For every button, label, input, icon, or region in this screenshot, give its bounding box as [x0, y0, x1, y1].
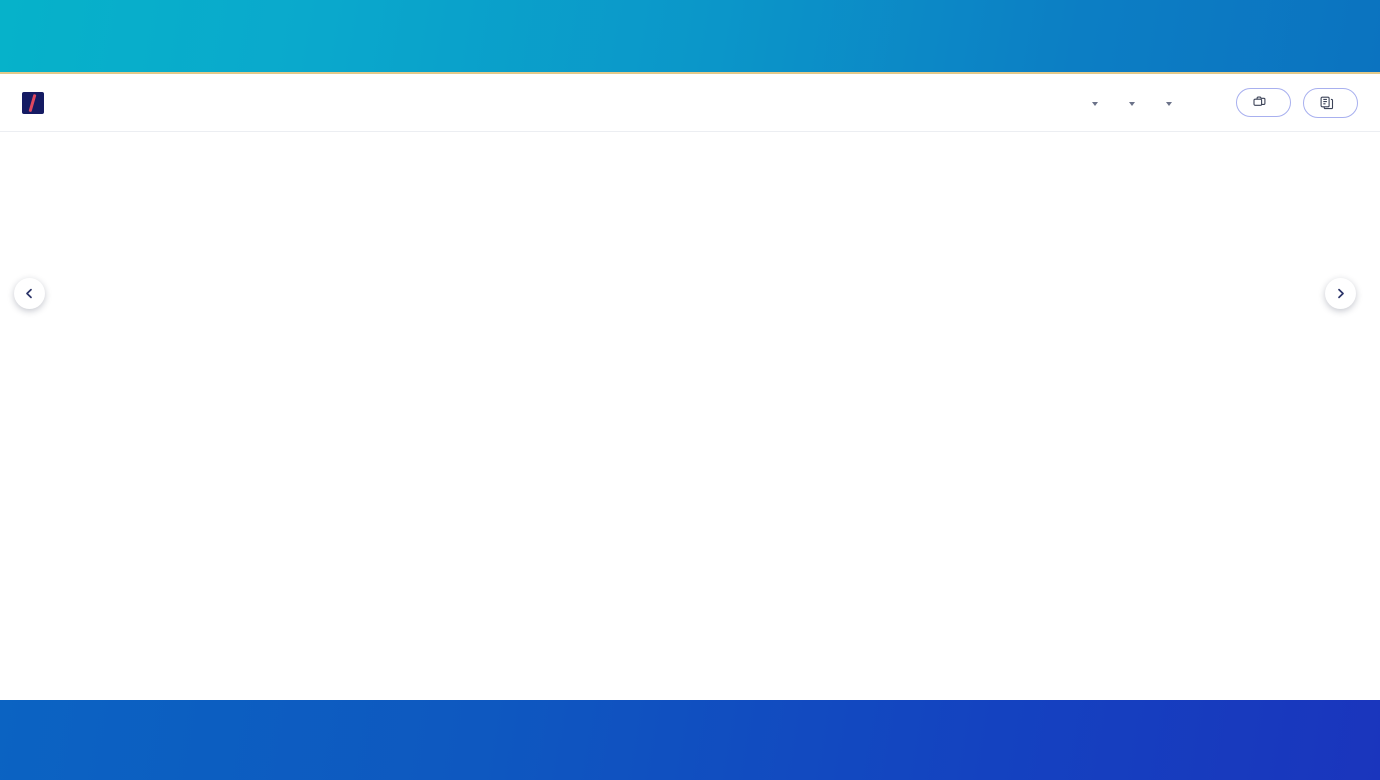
carousel-next-button[interactable] — [1325, 278, 1356, 309]
nav-item-products[interactable] — [1087, 100, 1098, 106]
bottom-banner — [0, 700, 1380, 780]
logo-mark-icon — [22, 91, 44, 114]
nav-item-resources[interactable] — [1161, 100, 1172, 106]
chevron-right-icon — [1338, 288, 1344, 299]
site-header — [0, 74, 1380, 132]
templates-icon — [1320, 96, 1334, 110]
main-nav — [1087, 87, 1358, 118]
carousel-prev-button[interactable] — [14, 278, 45, 309]
chevron-left-icon — [26, 288, 32, 299]
chevron-down-icon — [1092, 101, 1098, 106]
documents-icon — [1253, 96, 1267, 109]
revv-logo[interactable] — [22, 91, 47, 114]
top-banner — [0, 0, 1380, 72]
nav-item-solutions[interactable] — [1124, 100, 1135, 106]
my-templates-button[interactable] — [1303, 87, 1358, 118]
chevron-down-icon — [1129, 101, 1135, 106]
documents-button[interactable] — [1236, 88, 1291, 117]
chevron-down-icon — [1166, 101, 1172, 106]
main-content — [0, 132, 1380, 309]
page-root — [0, 0, 1380, 780]
